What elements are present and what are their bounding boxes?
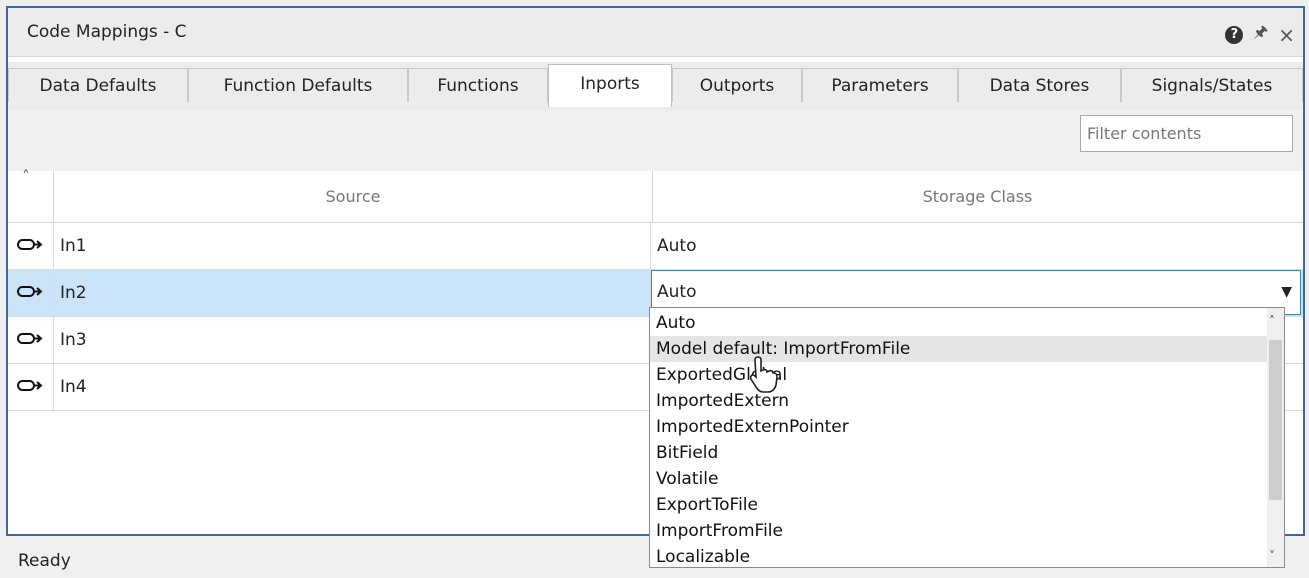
tab-functions[interactable]: Functions — [408, 68, 548, 102]
dropdown-option[interactable]: ExportedGlobal — [650, 362, 1268, 388]
tab-data-defaults[interactable]: Data Defaults — [8, 68, 188, 102]
tab-inports[interactable]: Inports — [548, 64, 672, 107]
toolbar — [8, 110, 1303, 172]
title-bar-actions: ? 🖈 × — [1225, 21, 1295, 48]
help-icon[interactable]: ? — [1225, 25, 1244, 44]
dropdown-option[interactable]: Auto — [650, 310, 1268, 336]
dropdown-scrollbar[interactable]: ˄ ˅ — [1267, 308, 1284, 567]
tab-outports[interactable]: Outports — [672, 68, 802, 102]
table-row[interactable]: In1 Auto — [8, 223, 1303, 270]
tab-data-stores[interactable]: Data Stores — [958, 68, 1121, 102]
scroll-down-icon[interactable]: ˅ — [1269, 549, 1275, 563]
inport-icon — [17, 333, 43, 344]
dropdown-option[interactable]: Volatile — [650, 466, 1268, 492]
inport-icon — [17, 239, 43, 250]
dropdown-option[interactable]: ImportedExternPointer — [650, 414, 1268, 440]
dropdown-option[interactable]: ExportToFile — [650, 492, 1268, 518]
dropdown-option-hovered[interactable]: Model default: ImportFromFile — [650, 336, 1268, 362]
sort-ascending-icon[interactable]: ˄ — [22, 167, 30, 186]
dropdown-option[interactable]: BitField — [650, 440, 1268, 466]
inport-icon — [17, 380, 43, 391]
storage-class-dropdown-list[interactable]: Auto Model default: ImportFromFile Expor… — [649, 307, 1285, 568]
source-cell: In2 — [53, 270, 651, 316]
source-cell: In4 — [53, 364, 651, 410]
table-header: ˄ Source Storage Class — [8, 167, 1303, 223]
inport-icon — [17, 286, 43, 297]
scrollbar-thumb[interactable] — [1269, 340, 1282, 500]
dropdown-option[interactable]: ImportedExtern — [650, 388, 1268, 414]
window-title: Code Mappings - C — [27, 22, 187, 42]
filter-input[interactable] — [1080, 115, 1293, 152]
tab-bar: Data Defaults Function Defaults Function… — [8, 62, 1303, 111]
title-bar: Code Mappings - C ? 🖈 × — [8, 8, 1303, 57]
tab-function-defaults[interactable]: Function Defaults — [188, 68, 408, 102]
pin-icon[interactable]: 🖈 — [1253, 21, 1268, 48]
status-text: Ready — [18, 551, 71, 571]
storage-class-value: Auto — [657, 282, 697, 302]
dropdown-option[interactable]: Localizable — [650, 544, 1268, 570]
source-cell: In1 — [53, 223, 651, 269]
column-header-source[interactable]: Source — [53, 171, 653, 222]
tab-signals-states[interactable]: Signals/States — [1121, 68, 1303, 102]
close-icon[interactable]: × — [1278, 25, 1295, 45]
storage-class-cell[interactable]: Auto — [652, 223, 1303, 269]
source-cell: In3 — [53, 317, 651, 363]
scroll-up-icon[interactable]: ˄ — [1269, 314, 1275, 328]
dropdown-option[interactable]: ImportFromFile — [650, 518, 1268, 544]
tab-parameters[interactable]: Parameters — [802, 68, 958, 102]
hand-cursor-icon — [749, 356, 778, 393]
column-header-storage-class[interactable]: Storage Class — [652, 171, 1303, 222]
